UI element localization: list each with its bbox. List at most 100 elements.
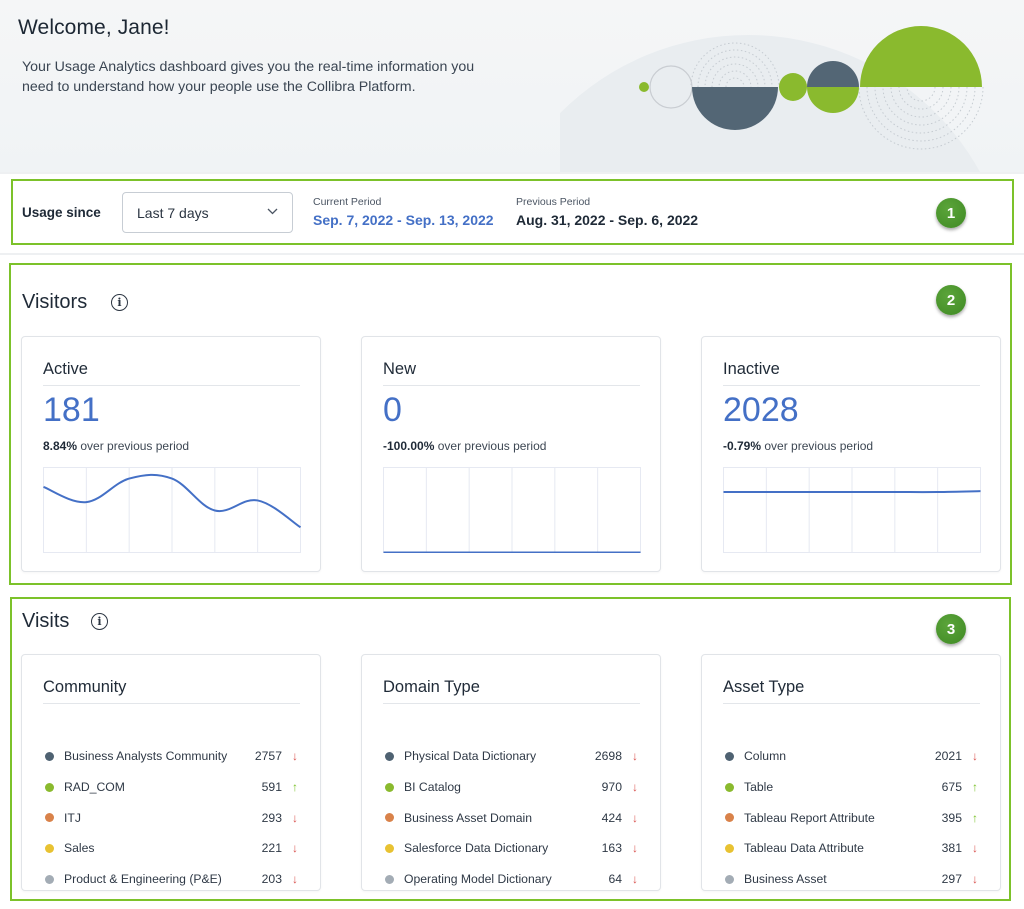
sparkline-active [43,467,301,553]
delta-text: -0.79% over previous period [723,439,873,453]
divider [0,172,1024,174]
info-icon[interactable]: i [91,613,108,630]
card-title: Asset Type [723,678,980,704]
list-item[interactable]: RAD_COM 591 ↑ [43,772,300,803]
item-name: Tableau Report Attribute [744,810,875,825]
delta-text: -100.00% over previous period [383,439,546,453]
list-item[interactable]: Business Asset 297 ↓ [723,864,980,895]
page-title: Welcome, Jane! [18,16,170,39]
legend-dot-icon [385,843,394,853]
series-line [723,490,981,494]
item-value: 64 [608,872,622,887]
sparkline-new [383,467,641,553]
visits-card-community: Community Business Analysts Community 275… [21,654,321,891]
list-item[interactable]: Column 2021 ↓ [723,741,980,772]
visitor-card-active: Active 181 8.84% over previous period [21,336,321,572]
card-title: Inactive [723,360,980,386]
visitor-card-inactive: Inactive 2028 -0.79% over previous perio… [701,336,1001,572]
item-value: 970 [601,780,622,795]
item-value: 675 [941,780,962,795]
trend-down-arrow-icon: ↓ [632,780,638,795]
card-title: Community [43,678,300,704]
list-item[interactable]: Product & Engineering (P&E) 203 ↓ [43,864,300,895]
trend-down-arrow-icon: ↓ [292,810,298,825]
legend-dot-icon [45,874,54,884]
list-item[interactable]: Tableau Data Attribute 381 ↓ [723,833,980,864]
legend-dot-icon [725,751,734,761]
delta-suffix: over previous period [764,439,874,453]
info-icon[interactable]: i [111,294,128,311]
list-item[interactable]: Business Asset Domain 424 ↓ [383,802,640,833]
legend-dot-icon [725,874,734,884]
period-dropdown[interactable]: Last 7 days [122,192,293,233]
trend-up-arrow-icon: ↑ [972,780,978,795]
delta-suffix: over previous period [80,439,190,453]
item-value: 591 [261,780,282,795]
visitor-card-new: New 0 -100.00% over previous period [361,336,661,572]
item-name: ITJ [64,810,81,825]
trend-down-arrow-icon: ↓ [292,749,298,764]
legend-dot-icon [45,813,54,823]
list-item[interactable]: Salesforce Data Dictionary 163 ↓ [383,833,640,864]
welcome-banner: Welcome, Jane! Your Usage Analytics dash… [0,0,1024,172]
trend-down-arrow-icon: ↓ [972,872,978,887]
trend-up-arrow-icon: ↑ [972,810,978,825]
decorative-circles-illustration [560,26,984,172]
trend-up-arrow-icon: ↑ [292,780,298,795]
sparkline-inactive [723,467,981,553]
legend-dot-icon [725,813,734,823]
delta-suffix: over previous period [437,439,547,453]
item-value: 203 [261,872,282,887]
item-name: Column [744,749,786,764]
inactive-visitors-count: 2028 [723,391,799,429]
list-item[interactable]: Tableau Report Attribute 395 ↑ [723,802,980,833]
item-name: BI Catalog [404,780,461,795]
item-name: Sales [64,841,95,856]
item-value: 2757 [254,749,282,764]
item-name: Table [744,780,774,795]
item-name: RAD_COM [64,780,125,795]
list-item[interactable]: BI Catalog 970 ↓ [383,772,640,803]
item-name: Salesforce Data Dictionary [404,841,549,856]
list-item[interactable]: Operating Model Dictionary 64 ↓ [383,864,640,895]
divider [0,253,1024,255]
breakdown-list: Column 2021 ↓ Table 675 ↑ Tableau Report Attri… [723,741,980,894]
list-item[interactable]: Sales 221 ↓ [43,833,300,864]
period-dropdown-value: Last 7 days [137,204,209,221]
list-item[interactable]: ITJ 293 ↓ [43,802,300,833]
delta-percent: -0.79% [723,439,762,453]
item-value: 163 [601,841,622,856]
item-name: Business Asset Domain [404,810,533,825]
trend-down-arrow-icon: ↓ [632,749,638,764]
legend-dot-icon [45,843,54,853]
item-value: 293 [261,810,282,825]
list-item[interactable]: Business Analysts Community 2757 ↓ [43,741,300,772]
item-value: 424 [601,810,622,825]
breakdown-list: Physical Data Dictionary 2698 ↓ BI Catalog 9… [383,741,640,894]
item-name: Physical Data Dictionary [404,749,537,764]
list-item[interactable]: Table 675 ↑ [723,772,980,803]
visits-card-asset-type: Asset Type Column 2021 ↓ Table 675 ↑ Tableau R… [701,654,1001,891]
legend-dot-icon [385,751,394,761]
trend-down-arrow-icon: ↓ [632,810,638,825]
active-visitors-count: 181 [43,391,100,429]
item-value: 395 [941,810,962,825]
step-badge-2: 2 [936,285,966,315]
item-value: 2021 [934,749,962,764]
step-badge-1: 1 [936,198,966,228]
legend-dot-icon [385,874,394,884]
item-value: 2698 [594,749,622,764]
list-item[interactable]: Physical Data Dictionary 2698 ↓ [383,741,640,772]
legend-dot-icon [385,813,394,823]
visitors-title: Visitors [22,291,88,313]
step-badge-3: 3 [936,614,966,644]
trend-down-arrow-icon: ↓ [632,872,638,887]
legend-dot-icon [45,751,54,761]
trend-down-arrow-icon: ↓ [972,749,978,764]
item-name: Operating Model Dictionary [404,872,552,887]
legend-dot-icon [385,782,394,792]
previous-period-value: Aug. 31, 2022 - Sep. 6, 2022 [516,212,699,228]
usage-since-label: Usage since [22,205,101,220]
breakdown-list: Business Analysts Community 2757 ↓ RAD_COM 5… [43,741,300,894]
card-title: Active [43,360,300,386]
